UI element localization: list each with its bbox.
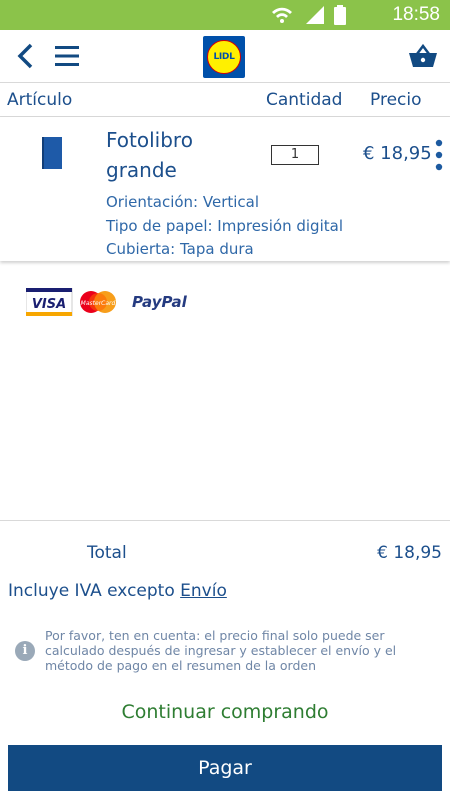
shipping-link[interactable]: Envío xyxy=(180,581,227,601)
lidl-logo-text: LIDL xyxy=(207,40,241,74)
svg-text:MasterCard: MasterCard xyxy=(81,300,116,307)
paypal-logo: PayPal xyxy=(132,293,188,311)
price-note: Por favor, ten en cuenta: el precio fina… xyxy=(45,628,397,673)
svg-text:VISA: VISA xyxy=(32,297,66,312)
quantity-input[interactable]: 1 xyxy=(271,145,319,165)
wifi-icon xyxy=(272,7,292,23)
payment-methods: VISA MasterCard PayPal xyxy=(26,288,188,316)
signal-icon xyxy=(306,6,324,24)
basket-button[interactable] xyxy=(405,38,441,74)
vat-notice: Incluye IVA excepto Envío xyxy=(8,581,227,601)
cart-column-headers: Artículo Cantidad Precio xyxy=(0,83,450,117)
column-article: Artículo xyxy=(7,90,73,110)
item-price: € 18,95 xyxy=(363,143,432,164)
attr-orientation: Orientación: Vertical xyxy=(106,193,260,211)
status-icons xyxy=(272,5,346,25)
mastercard-logo: MasterCard xyxy=(80,291,116,313)
info-icon: i xyxy=(15,641,35,661)
cart-item: Fotolibro grande Orientación: Vertical T… xyxy=(0,117,450,261)
column-quantity: Cantidad xyxy=(266,90,343,110)
lidl-logo[interactable]: LIDL xyxy=(203,36,245,78)
battery-icon xyxy=(334,5,346,25)
hamburger-icon xyxy=(55,46,79,66)
status-bar: 18:58 xyxy=(0,0,450,30)
basket-icon xyxy=(409,43,437,67)
total-value: € 18,95 xyxy=(377,543,442,563)
back-button[interactable] xyxy=(8,38,44,74)
continue-shopping-link[interactable]: Continuar comprando xyxy=(0,701,450,723)
pay-button[interactable]: Pagar xyxy=(8,745,442,791)
visa-logo: VISA xyxy=(26,288,73,316)
attr-cover: Cubierta: Tapa dura xyxy=(106,240,254,258)
summary-divider xyxy=(0,520,450,521)
total-label: Total xyxy=(87,543,127,563)
more-options-icon[interactable] xyxy=(432,139,446,171)
product-name[interactable]: Fotolibro grande xyxy=(106,125,246,185)
product-thumbnail[interactable] xyxy=(42,137,62,169)
column-price: Precio xyxy=(370,90,422,110)
app-bar: LIDL xyxy=(0,30,450,83)
svg-text:PayPal: PayPal xyxy=(132,293,188,311)
menu-button[interactable] xyxy=(49,38,85,74)
vat-text: Incluye IVA excepto xyxy=(8,581,181,601)
attr-paper-type: Tipo de papel: Impresión digital xyxy=(106,217,343,235)
status-time: 18:58 xyxy=(392,4,440,25)
chevron-left-icon xyxy=(17,43,33,69)
